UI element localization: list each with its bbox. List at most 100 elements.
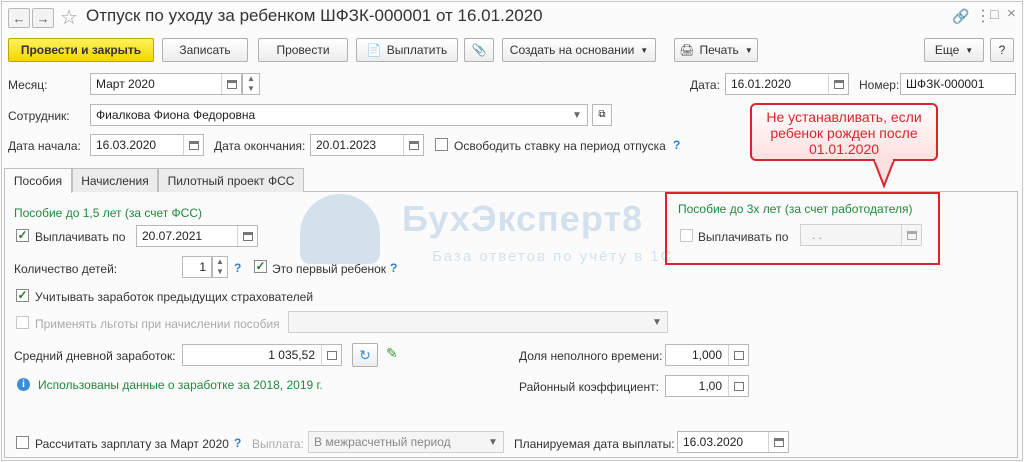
tab-benefits[interactable]: Пособия xyxy=(4,168,72,193)
pay-until3-field[interactable]: . . xyxy=(800,224,922,246)
end-date-value: 20.01.2023 xyxy=(316,138,377,152)
regional-coef-label: Районный коэффициент: xyxy=(519,380,659,394)
create-based-on-label: Создать на основании xyxy=(509,43,635,57)
link-icon[interactable]: 🔗 xyxy=(952,8,969,25)
forward-button[interactable]: → xyxy=(32,8,54,28)
month-spinner[interactable]: ▲ ▼ xyxy=(242,73,260,95)
chevron-down-icon[interactable]: ▼ xyxy=(483,432,503,452)
date-field[interactable]: 16.01.2020 xyxy=(725,73,849,95)
earnings-info-text: Использованы данные о заработке за 2018,… xyxy=(38,378,323,392)
help-button[interactable]: ? xyxy=(990,38,1014,62)
pay-label: Выплатить xyxy=(386,43,448,57)
calendar-icon[interactable] xyxy=(403,135,423,155)
help-icon[interactable]: ? xyxy=(234,261,241,275)
tab-accruals[interactable]: Начисления xyxy=(72,168,158,192)
calendar-icon[interactable] xyxy=(768,432,788,452)
chevron-down-icon[interactable]: ▼ xyxy=(567,105,587,125)
calculator-icon[interactable] xyxy=(728,345,748,365)
pay-until-value: 20.07.2021 xyxy=(142,229,203,243)
chevron-down-icon[interactable]: ▼ xyxy=(647,312,667,332)
part-time-field[interactable]: 1,000 xyxy=(665,344,749,366)
pay-until-label: Выплачивать по xyxy=(35,230,126,244)
tab-fss-pilot[interactable]: Пилотный проект ФСС xyxy=(158,168,304,192)
consider-previous-checkbox[interactable]: ✓ xyxy=(16,289,29,302)
planned-date-field[interactable]: 16.03.2020 xyxy=(677,431,789,453)
start-date-field[interactable]: 16.03.2020 xyxy=(90,134,204,156)
back-button[interactable]: ← xyxy=(8,8,30,28)
employee-field[interactable]: Фиалкова Фиона Федоровна ▼ xyxy=(90,104,588,126)
print-button[interactable]: 🖨 Печать ▼ xyxy=(674,38,758,62)
apply-benefits-label: Применять льготы при начислении пособия xyxy=(35,317,280,331)
month-field[interactable]: Март 2020 xyxy=(90,73,242,95)
pay-until-checkbox[interactable]: ✓ xyxy=(16,229,29,242)
first-child-label: Это первый ребенок xyxy=(272,262,387,276)
end-date-label: Дата окончания: xyxy=(214,139,306,153)
paperclip-icon: 📎 xyxy=(471,43,487,57)
number-field[interactable]: ШФЗК-000001 xyxy=(900,73,1016,95)
post-and-close-button[interactable]: Провести и закрыть xyxy=(8,38,154,62)
payment-select[interactable]: В межрасчетный период ▼ xyxy=(308,431,504,453)
page-title: Отпуск по уходу за ребенком ШФЗК-000001 … xyxy=(86,6,543,25)
section-15-title: Пособие до 1,5 лет (за счет ФСС) xyxy=(14,206,203,220)
pay-until3-checkbox[interactable] xyxy=(680,229,693,242)
help-icon[interactable]: ? xyxy=(234,436,241,450)
regional-coef-field[interactable]: 1,00 xyxy=(665,375,749,397)
apply-benefits-select[interactable]: ▼ xyxy=(288,311,668,333)
close-icon[interactable]: × xyxy=(1007,5,1016,22)
calendar-icon[interactable] xyxy=(901,225,921,245)
calendar-icon[interactable] xyxy=(221,74,241,94)
number-label: Номер: xyxy=(859,78,900,92)
apply-benefits-checkbox[interactable] xyxy=(16,316,29,329)
open-form-icon: ⧉ xyxy=(598,109,606,120)
spin-down-icon[interactable]: ▼ xyxy=(244,84,258,93)
spin-up-icon[interactable]: ▲ xyxy=(244,74,258,83)
calculator-icon[interactable] xyxy=(321,345,341,365)
chevron-down-icon: ▼ xyxy=(640,45,649,55)
recalculate-button[interactable]: ↻ xyxy=(352,343,378,367)
section-3-title: Пособие до 3х лет (за счет работодателя) xyxy=(678,202,913,216)
more-label: Еще xyxy=(934,43,960,57)
calendar-icon[interactable] xyxy=(237,226,257,246)
payment-label: Выплата: xyxy=(252,437,304,451)
part-time-value: 1,000 xyxy=(691,348,722,362)
open-employee-button[interactable]: ⧉ xyxy=(592,104,612,126)
arrow-left-icon: ← xyxy=(12,10,26,26)
regional-coef-value: 1,00 xyxy=(698,379,722,393)
end-date-field[interactable]: 20.01.2023 xyxy=(310,134,424,156)
help-icon[interactable]: ? xyxy=(673,138,680,152)
spin-down-icon[interactable]: ▼ xyxy=(213,267,227,276)
calculator-icon[interactable] xyxy=(728,376,748,396)
planned-date-value: 16.03.2020 xyxy=(683,435,744,449)
pay-until-field[interactable]: 20.07.2021 xyxy=(136,225,258,247)
month-value: Март 2020 xyxy=(96,77,155,91)
date-value: 16.01.2020 xyxy=(731,77,792,91)
spin-up-icon[interactable]: ▲ xyxy=(213,257,227,266)
free-rate-label: Освободить ставку на период отпуска xyxy=(454,139,666,153)
refresh-icon: ↻ xyxy=(359,346,371,363)
calendar-icon[interactable] xyxy=(183,135,203,155)
calendar-icon[interactable] xyxy=(828,74,848,94)
children-spinner[interactable]: ▲ ▼ xyxy=(212,256,228,278)
first-child-checkbox[interactable]: ✓ xyxy=(254,260,267,273)
planned-date-label: Планируемая дата выплаты: xyxy=(514,437,675,451)
pay-button[interactable]: 📄 Выплатить xyxy=(356,38,458,62)
star-icon[interactable]: ☆ xyxy=(60,5,78,30)
more-vertical-icon[interactable]: ⋮ xyxy=(975,6,991,26)
payment-value: В межрасчетный период xyxy=(314,435,451,449)
avg-earnings-field[interactable]: 1 035,52 xyxy=(182,344,342,366)
create-based-on-button[interactable]: Создать на основании ▼ xyxy=(502,38,656,62)
more-button[interactable]: Еще ▼ xyxy=(924,38,984,62)
edit-pencil-icon[interactable]: ✎ xyxy=(386,345,398,362)
post-button[interactable]: Провести xyxy=(258,38,348,62)
callout-pointer xyxy=(872,158,896,189)
help-icon[interactable]: ? xyxy=(390,261,397,275)
printer-icon: 🖨 xyxy=(679,43,695,57)
calc-salary-checkbox[interactable] xyxy=(16,436,29,449)
save-button[interactable]: Записать xyxy=(162,38,248,62)
maximize-icon[interactable]: □ xyxy=(990,6,998,22)
employee-value: Фиалкова Фиона Федоровна xyxy=(96,108,256,122)
children-count-field[interactable]: 1 xyxy=(182,256,212,278)
free-rate-checkbox[interactable] xyxy=(435,138,448,151)
info-icon: i xyxy=(17,378,30,391)
attach-button[interactable]: 📎 xyxy=(464,38,494,62)
